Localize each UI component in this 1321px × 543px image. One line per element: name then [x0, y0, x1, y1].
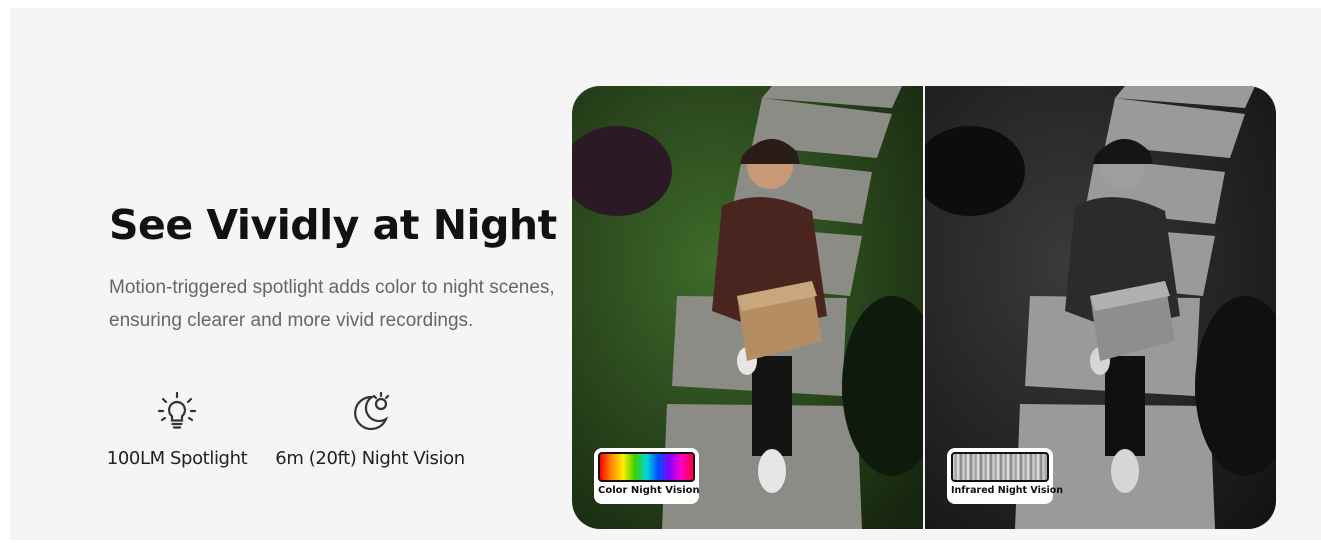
night-vision-comparison: Color Night Vision Infrared Night Vision [572, 86, 1276, 529]
feature-night-vision: 6m (20ft) Night Vision [275, 390, 465, 469]
headline: See Vividly at Night [109, 201, 557, 249]
color-spectrum-swatch [598, 452, 695, 482]
lightbulb-icon [157, 391, 197, 429]
color-night-vision-badge: Color Night Vision [594, 448, 700, 504]
infrared-night-vision-badge: Infrared Night Vision [947, 448, 1064, 504]
feature-spotlight: 100LM Spotlight [106, 390, 248, 469]
moon-icon [354, 391, 390, 431]
feature-label: 6m (20ft) Night Vision [275, 448, 465, 469]
grayscale-swatch [951, 452, 1049, 482]
description: Motion-triggered spotlight adds color to… [109, 277, 555, 331]
badge-label: Infrared Night Vision [951, 485, 1064, 496]
badge-label: Color Night Vision [598, 485, 700, 496]
feature-panel: See Vividly at Night Motion-triggered sp… [10, 8, 1321, 540]
feature-label: 100LM Spotlight [106, 448, 248, 469]
